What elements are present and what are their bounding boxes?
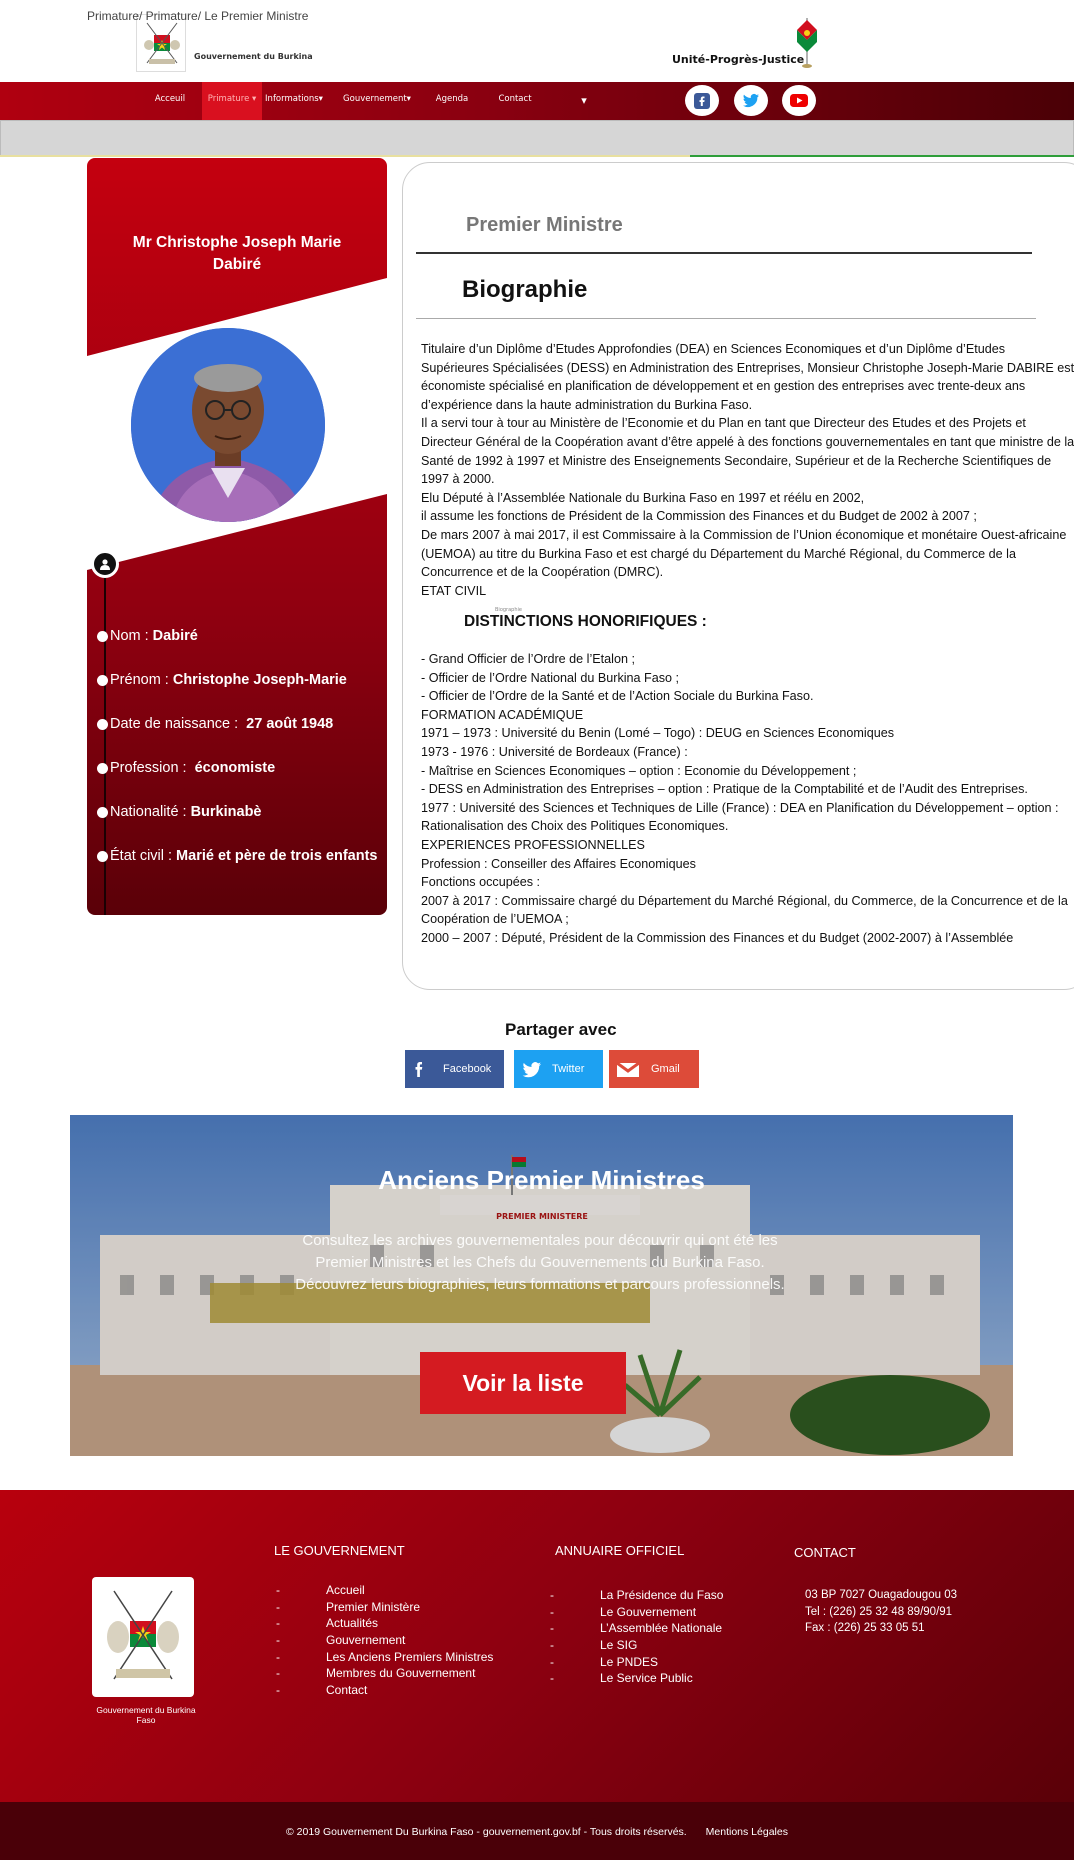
share-facebook-label: Facebook	[443, 1063, 492, 1075]
career-text: - Grand Officier de l’Ordre de l’Etalon …	[421, 650, 1074, 948]
info-label: Nom :	[110, 628, 149, 644]
copyright-text: © 2019 Gouvernement Du Burkina Faso - go…	[286, 1826, 687, 1838]
nav-dropdown-toggle[interactable]: ▾	[572, 82, 596, 120]
facebook-icon	[415, 1062, 423, 1077]
banner-title: Anciens Premier Ministres	[378, 1165, 705, 1195]
info-label: Prénom :	[110, 672, 169, 688]
divider	[690, 155, 1074, 157]
footer-contact-list: 03 BP 7027 Ouagadougou 03 Tel : (226) 25…	[805, 1589, 957, 1639]
info-label: Date de naissance :	[110, 716, 239, 732]
info-value: Dabiré	[152, 628, 198, 644]
info-profession: Profession : économiste	[97, 760, 387, 776]
info-label: Profession :	[110, 760, 187, 776]
gmail-icon	[616, 1061, 640, 1077]
biography-paragraph: Titulaire d’un Diplôme d’Etudes Approfon…	[421, 342, 1074, 598]
info-prenom: Prénom : Christophe Joseph-Marie	[97, 672, 387, 688]
nav-item-contact[interactable]: Contact	[490, 82, 540, 120]
info-label: État civil :	[110, 848, 173, 864]
footer-link-premier-ministere[interactable]: - Premier Ministère	[276, 1600, 493, 1617]
bullet-icon	[97, 674, 108, 686]
nav-item-primature[interactable]: Primature ▾	[202, 82, 262, 120]
share-gmail-label: Gmail	[651, 1063, 680, 1075]
footer-link-contact[interactable]: - Contact	[276, 1683, 493, 1700]
divider	[416, 252, 1032, 254]
portrait-photo	[131, 328, 325, 522]
share-title: Partager avec	[505, 1020, 617, 1039]
profile-name: Mr Christophe Joseph Marie Dabiré	[132, 234, 342, 273]
twitter-icon[interactable]	[734, 85, 768, 116]
info-value: Marié et père de trois enfants	[176, 848, 378, 864]
nav-item-gouvernement[interactable]: Gouvernement▾	[340, 82, 414, 120]
view-list-button[interactable]: Voir la liste	[420, 1352, 626, 1414]
footer-link-membres[interactable]: - Membres du Gouvernement	[276, 1666, 493, 1683]
footer-link-anciens-pm[interactable]: - Les Anciens Premiers Ministres	[276, 1650, 493, 1667]
share-gmail-button[interactable]: Gmail	[609, 1050, 699, 1088]
footer-link-assemblee[interactable]: - L’Assemblée Nationale	[550, 1621, 723, 1638]
nav-item-agenda[interactable]: Agenda	[430, 82, 474, 120]
share-facebook-button[interactable]: Facebook	[405, 1050, 504, 1088]
banner-text: Consultez les archives gouvernementales …	[295, 1232, 785, 1293]
copyright-line: © 2019 Gouvernement Du Burkina Faso - go…	[0, 1826, 1074, 1838]
bullet-icon	[97, 718, 108, 730]
breadcrumb-text[interactable]: Primature/ Primature/ Le Premier Ministr…	[87, 9, 308, 23]
info-etat-civil: État civil : Marié et père de trois enfa…	[97, 848, 387, 864]
legal-link[interactable]: Mentions Légales	[706, 1826, 788, 1838]
contact-address: 03 BP 7027 Ouagadougou 03	[805, 1589, 957, 1601]
footer-link-presidence[interactable]: - La Présidence du Faso	[550, 1588, 723, 1605]
nav-item-accueil[interactable]: Acceuil	[148, 82, 192, 120]
main-nav: Acceuil Primature ▾ Informations▾ Gouver…	[0, 82, 1074, 120]
info-value: économiste	[194, 760, 276, 776]
share-twitter-button[interactable]: Twitter	[514, 1050, 603, 1088]
youtube-icon[interactable]	[782, 85, 816, 116]
footer-logo-caption: Gouvernement du Burkina Faso	[96, 1705, 196, 1725]
bullet-icon	[97, 806, 108, 818]
share-twitter-label: Twitter	[552, 1063, 585, 1075]
footer-col2-list: - La Présidence du Faso - Le Gouvernement …	[550, 1588, 723, 1688]
profile-card: Mr Christophe Joseph Marie Dabiré Nom : …	[87, 158, 387, 915]
divider	[0, 155, 690, 157]
user-icon	[91, 550, 119, 578]
bullet-icon	[97, 850, 108, 862]
bullet-icon	[97, 762, 108, 774]
footer-col1-list: - Accueil - Premier Ministère - Actualités …	[276, 1583, 493, 1700]
motto: Unité-Progrès-Justice	[672, 53, 805, 66]
footer-link-gouvernement[interactable]: - Gouvernement	[276, 1633, 493, 1650]
info-value: 27 août 1948	[246, 716, 334, 732]
footer-coat-of-arms-logo[interactable]	[92, 1577, 194, 1697]
info-nationalite: Nationalité : Burkinabè	[97, 804, 387, 820]
footer-link-actualites[interactable]: - Actualités	[276, 1616, 493, 1633]
footer-col3-title: CONTACT	[794, 1545, 856, 1560]
breadcrumb	[0, 120, 1074, 156]
info-value: Christophe Joseph-Marie	[172, 672, 347, 688]
twitter-icon	[522, 1062, 541, 1078]
nav-item-informations[interactable]: Informations▾	[262, 82, 326, 120]
facebook-icon[interactable]	[685, 85, 719, 116]
bullet-icon	[97, 630, 108, 642]
footer-link-le-gouvernement[interactable]: - Le Gouvernement	[550, 1605, 723, 1622]
info-naissance: Date de naissance : 27 août 1948	[97, 716, 387, 732]
flag-icon	[795, 14, 819, 70]
gov-name: Gouvernement du Burkina	[194, 52, 313, 61]
contact-fax: Fax : (226) 25 33 05 51	[805, 1622, 925, 1635]
footer-link-accueil[interactable]: - Accueil	[276, 1583, 493, 1600]
footer-link-sig[interactable]: - Le SIG	[550, 1638, 723, 1655]
biography-heading: Biographie	[462, 276, 588, 303]
biography-text: Titulaire d’un Diplôme d’Etudes Approfon…	[421, 340, 1074, 600]
footer-col1-title: LE GOUVERNEMENT	[274, 1543, 405, 1558]
footer-link-service-public[interactable]: - Le Service Public	[550, 1671, 723, 1688]
distinctions-heading: DISTINCTIONS HONORIFIQUES :	[464, 613, 707, 630]
footer-link-pndes[interactable]: - Le PNDES	[550, 1655, 723, 1672]
info-label: Nationalité :	[110, 804, 187, 820]
info-nom: Nom : Dabiré	[97, 628, 387, 644]
contact-phone: Tel : (226) 25 32 48 89/90/91	[805, 1605, 953, 1618]
footer-col2-title: ANNUAIRE OFFICIEL	[555, 1543, 685, 1558]
info-value: Burkinabè	[190, 804, 262, 820]
divider	[416, 318, 1036, 319]
career-paragraph: - Grand Officier de l’Ordre de l’Etalon …	[421, 652, 1068, 945]
page-title: Premier Ministre	[466, 214, 623, 236]
